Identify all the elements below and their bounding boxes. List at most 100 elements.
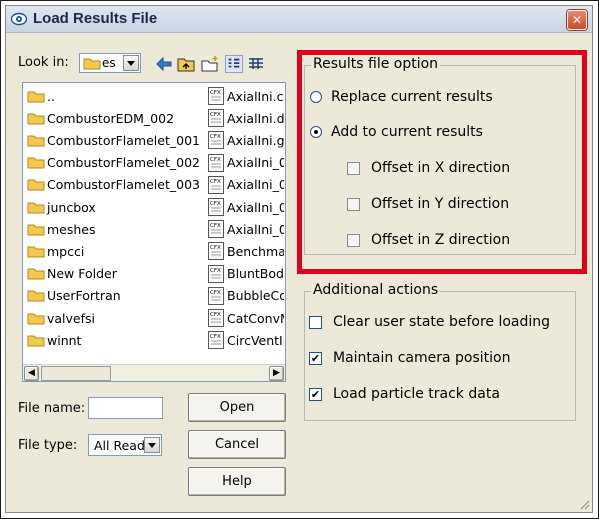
cfx-file-icon: CFX [208, 198, 224, 216]
file-item[interactable]: CFX AxialIni.de [208, 107, 284, 129]
folder-item[interactable]: CombustorFlamelet_003 [27, 174, 203, 196]
file-type-select[interactable]: All Read [88, 434, 162, 456]
svg-text:CFX: CFX [210, 334, 221, 340]
folder-icon [27, 157, 45, 169]
scroll-right-icon[interactable]: ▶ [269, 366, 284, 381]
file-name: AxialIni_0C [227, 155, 284, 171]
scroll-left-icon[interactable]: ◀ [24, 366, 39, 381]
file-name: AxialIni_0C [227, 221, 284, 237]
up-folder-icon[interactable] [177, 55, 195, 73]
cfx-file-icon: CFX [208, 109, 224, 128]
file-item[interactable]: CFX CircVentIni [208, 329, 284, 351]
load-particle-label: Load particle track data [333, 386, 500, 402]
file-item[interactable]: CFX AxialIni_0C [208, 218, 284, 240]
file-name: BluntBodyN [227, 266, 284, 282]
folder-item[interactable]: New Folder [27, 263, 203, 285]
look-in-combo[interactable]: es [79, 53, 141, 73]
load-results-dialog: Load Results File ✕ Look in: es .. Combus… [5, 5, 593, 513]
list-view-icon[interactable] [225, 55, 243, 73]
file-type-value: All Read [94, 438, 145, 453]
folder-name: .. [47, 88, 55, 104]
cfx-file-icon: CFX [208, 220, 224, 239]
maintain-camera-checkbox[interactable]: ✔ Maintain camera position [309, 350, 510, 366]
folder-name: mpcci [47, 243, 85, 259]
clear-state-checkbox[interactable]: Clear user state before loading [309, 314, 550, 330]
scroll-thumb[interactable] [41, 366, 111, 381]
file-name: CatConvMi [227, 310, 284, 326]
highlight-box [297, 50, 587, 274]
chevron-down-icon[interactable] [144, 437, 160, 453]
back-icon[interactable] [155, 55, 173, 73]
folder-name: CombustorFlamelet_001 [47, 132, 200, 148]
dialog-title: Load Results File [33, 10, 158, 27]
file-item[interactable]: CFX AxialIni_0C [208, 152, 284, 174]
folder-icon [27, 268, 45, 280]
details-view-icon[interactable] [247, 55, 265, 73]
folder-item[interactable]: CombustorFlamelet_002 [27, 152, 203, 174]
cfx-file-icon: CFX [208, 87, 224, 105]
folder-name: UserFortran [47, 288, 121, 304]
file-name: AxialIni_0C [227, 177, 284, 193]
folder-icon [27, 246, 45, 258]
file-name: Benchmark [227, 243, 284, 259]
file-name-label: File name: [18, 401, 86, 416]
folder-item[interactable]: CombustorFlamelet_001 [27, 129, 203, 151]
additional-actions-title: Additional actions [311, 282, 441, 298]
file-name-input[interactable] [88, 397, 163, 419]
new-folder-icon[interactable] [201, 55, 219, 73]
file-item[interactable]: CFX AxialIni.cf [208, 85, 284, 107]
file-item[interactable]: CFX Benchmark [208, 240, 284, 262]
close-button[interactable]: ✕ [567, 10, 587, 30]
load-particle-checkbox[interactable]: ✔ Load particle track data [309, 386, 500, 402]
resize-grip-icon[interactable] [580, 500, 590, 510]
folder-item[interactable]: UserFortran [27, 285, 203, 307]
folder-item[interactable]: CombustorEDM_002 [27, 107, 203, 129]
folder-item[interactable]: mpcci [27, 240, 203, 262]
svg-text:CFX: CFX [210, 179, 221, 185]
svg-text:CFX: CFX [210, 112, 221, 118]
cancel-button[interactable]: Cancel [188, 430, 286, 459]
svg-text:CFX: CFX [210, 201, 221, 207]
file-item[interactable]: CFX BubbleColu [208, 285, 284, 307]
file-item[interactable]: CFX AxialIni_0C [208, 174, 284, 196]
help-button[interactable]: Help [188, 467, 286, 496]
folder-item[interactable]: winnt [27, 329, 203, 351]
file-name: AxialIni.de [227, 110, 284, 126]
file-item[interactable]: CFX BluntBodyN [208, 263, 284, 285]
folder-item[interactable]: meshes [27, 218, 203, 240]
cfx-file-icon: CFX [208, 331, 224, 350]
chevron-down-icon[interactable] [123, 55, 139, 71]
checkbox-icon[interactable] [309, 315, 322, 329]
file-name: BubbleColu [227, 288, 284, 304]
folder-name: CombustorFlamelet_002 [47, 155, 200, 171]
svg-text:CFX: CFX [210, 157, 221, 163]
cfx-file-icon: CFX [208, 264, 224, 283]
cfx-file-icon: CFX [208, 309, 224, 327]
checkbox-icon[interactable]: ✔ [309, 387, 322, 401]
file-item[interactable]: CFX AxialIni.gtr [208, 129, 284, 151]
maintain-camera-label: Maintain camera position [333, 350, 511, 366]
folder-item[interactable]: .. [27, 85, 203, 107]
open-button-label: Open [219, 400, 255, 415]
folder-item[interactable]: valvefsi [27, 307, 203, 329]
folder-name: New Folder [47, 266, 117, 282]
folder-icon [27, 224, 45, 236]
clear-state-label: Clear user state before loading [333, 314, 551, 330]
title-bar: Load Results File ✕ [6, 6, 592, 33]
folder-name: CombustorFlamelet_003 [47, 177, 200, 193]
svg-text:CFX: CFX [210, 290, 221, 296]
horizontal-scrollbar[interactable]: ◀ ▶ [23, 364, 285, 381]
open-button[interactable]: Open [188, 393, 286, 422]
file-list[interactable]: .. CombustorEDM_002 CombustorFlamelet_001 C… [22, 82, 286, 382]
help-button-label: Help [222, 474, 252, 489]
file-name: CircVentIni [227, 332, 284, 348]
folder-icon [27, 113, 45, 125]
file-name: AxialIni.gtr [227, 132, 284, 148]
look-in-value: es [102, 56, 116, 70]
folder-item[interactable]: juncbox [27, 196, 203, 218]
file-item[interactable]: CFX AxialIni_0C [208, 196, 284, 218]
file-item[interactable]: CFX CatConvMi [208, 307, 284, 329]
cfx-file-icon: CFX [208, 175, 224, 194]
folder-name: valvefsi [47, 310, 96, 326]
checkbox-icon[interactable]: ✔ [309, 351, 322, 365]
